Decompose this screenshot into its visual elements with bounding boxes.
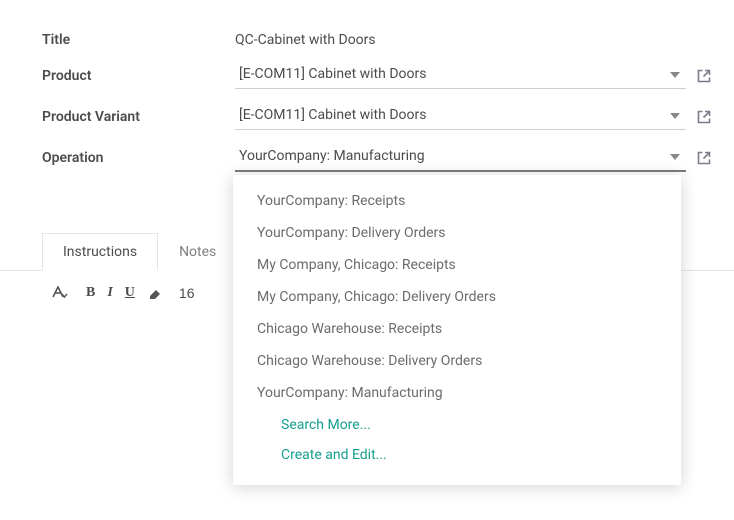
row-product: Product [E-COM11] Cabinet with Doors	[42, 62, 712, 89]
row-operation: Operation YourCompany: Manufacturing	[42, 144, 712, 172]
external-link-icon[interactable]	[696, 68, 712, 84]
operation-select[interactable]: YourCompany: Manufacturing	[235, 144, 686, 172]
format-group: B I U	[86, 285, 163, 301]
underline-button[interactable]: U	[125, 285, 135, 301]
field-operation: YourCompany: Manufacturing	[235, 144, 712, 172]
label-title: Title	[42, 32, 235, 48]
form-sheet: Title QC-Cabinet with Doors Product [E-C…	[0, 0, 734, 520]
dropdown-option[interactable]: Chicago Warehouse: Receipts	[233, 313, 681, 345]
product-value: [E-COM11] Cabinet with Doors	[239, 66, 426, 82]
label-product: Product	[42, 68, 235, 84]
external-link-icon[interactable]	[696, 150, 712, 166]
caret-down-icon	[670, 154, 680, 160]
caret-down-icon	[670, 113, 680, 119]
label-product-variant: Product Variant	[42, 109, 235, 125]
tab-notes[interactable]: Notes	[158, 233, 237, 271]
eraser-icon[interactable]	[147, 286, 163, 300]
operation-value: YourCompany: Manufacturing	[239, 148, 425, 164]
field-product-variant: [E-COM11] Cabinet with Doors	[235, 103, 712, 130]
product-variant-value: [E-COM11] Cabinet with Doors	[239, 107, 426, 123]
tab-instructions[interactable]: Instructions	[42, 233, 158, 271]
dropdown-option[interactable]: YourCompany: Receipts	[233, 185, 681, 217]
dropdown-option[interactable]: My Company, Chicago: Delivery Orders	[233, 281, 681, 313]
dropdown-search-more[interactable]: Search More...	[233, 409, 681, 439]
style-picker-icon[interactable]	[52, 286, 70, 300]
caret-down-icon	[670, 72, 680, 78]
operation-dropdown: YourCompany: Receipts YourCompany: Deliv…	[233, 175, 681, 485]
row-title: Title QC-Cabinet with Doors	[42, 32, 712, 48]
external-link-icon[interactable]	[696, 109, 712, 125]
bold-button[interactable]: B	[86, 285, 95, 301]
label-operation: Operation	[42, 150, 235, 166]
product-variant-select[interactable]: [E-COM11] Cabinet with Doors	[235, 103, 686, 130]
dropdown-option[interactable]: YourCompany: Manufacturing	[233, 377, 681, 409]
dropdown-create-edit[interactable]: Create and Edit...	[233, 439, 681, 469]
dropdown-option[interactable]: YourCompany: Delivery Orders	[233, 217, 681, 249]
field-title: QC-Cabinet with Doors	[235, 32, 712, 48]
title-value[interactable]: QC-Cabinet with Doors	[235, 32, 376, 48]
row-product-variant: Product Variant [E-COM11] Cabinet with D…	[42, 103, 712, 130]
italic-button[interactable]: I	[107, 285, 112, 301]
product-select[interactable]: [E-COM11] Cabinet with Doors	[235, 62, 686, 89]
field-product: [E-COM11] Cabinet with Doors	[235, 62, 712, 89]
dropdown-option[interactable]: Chicago Warehouse: Delivery Orders	[233, 345, 681, 377]
font-size-select[interactable]: 16	[179, 285, 195, 301]
dropdown-option[interactable]: My Company, Chicago: Receipts	[233, 249, 681, 281]
